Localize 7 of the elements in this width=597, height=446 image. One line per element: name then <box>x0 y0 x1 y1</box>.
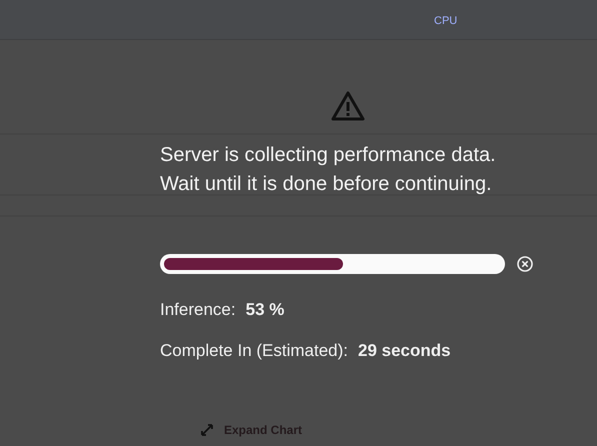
cancel-icon[interactable] <box>516 255 534 273</box>
status-message: Server is collecting performance data. Wait until it is done before continuing. <box>160 143 496 197</box>
expand-arrows-icon <box>200 423 214 437</box>
stat-line: Complete In (Estimated): 29 seconds <box>160 340 451 362</box>
table-link[interactable]: CPU <box>434 14 458 28</box>
warning-icon <box>331 91 365 121</box>
stat-line: Inference: 53 % <box>160 299 284 321</box>
